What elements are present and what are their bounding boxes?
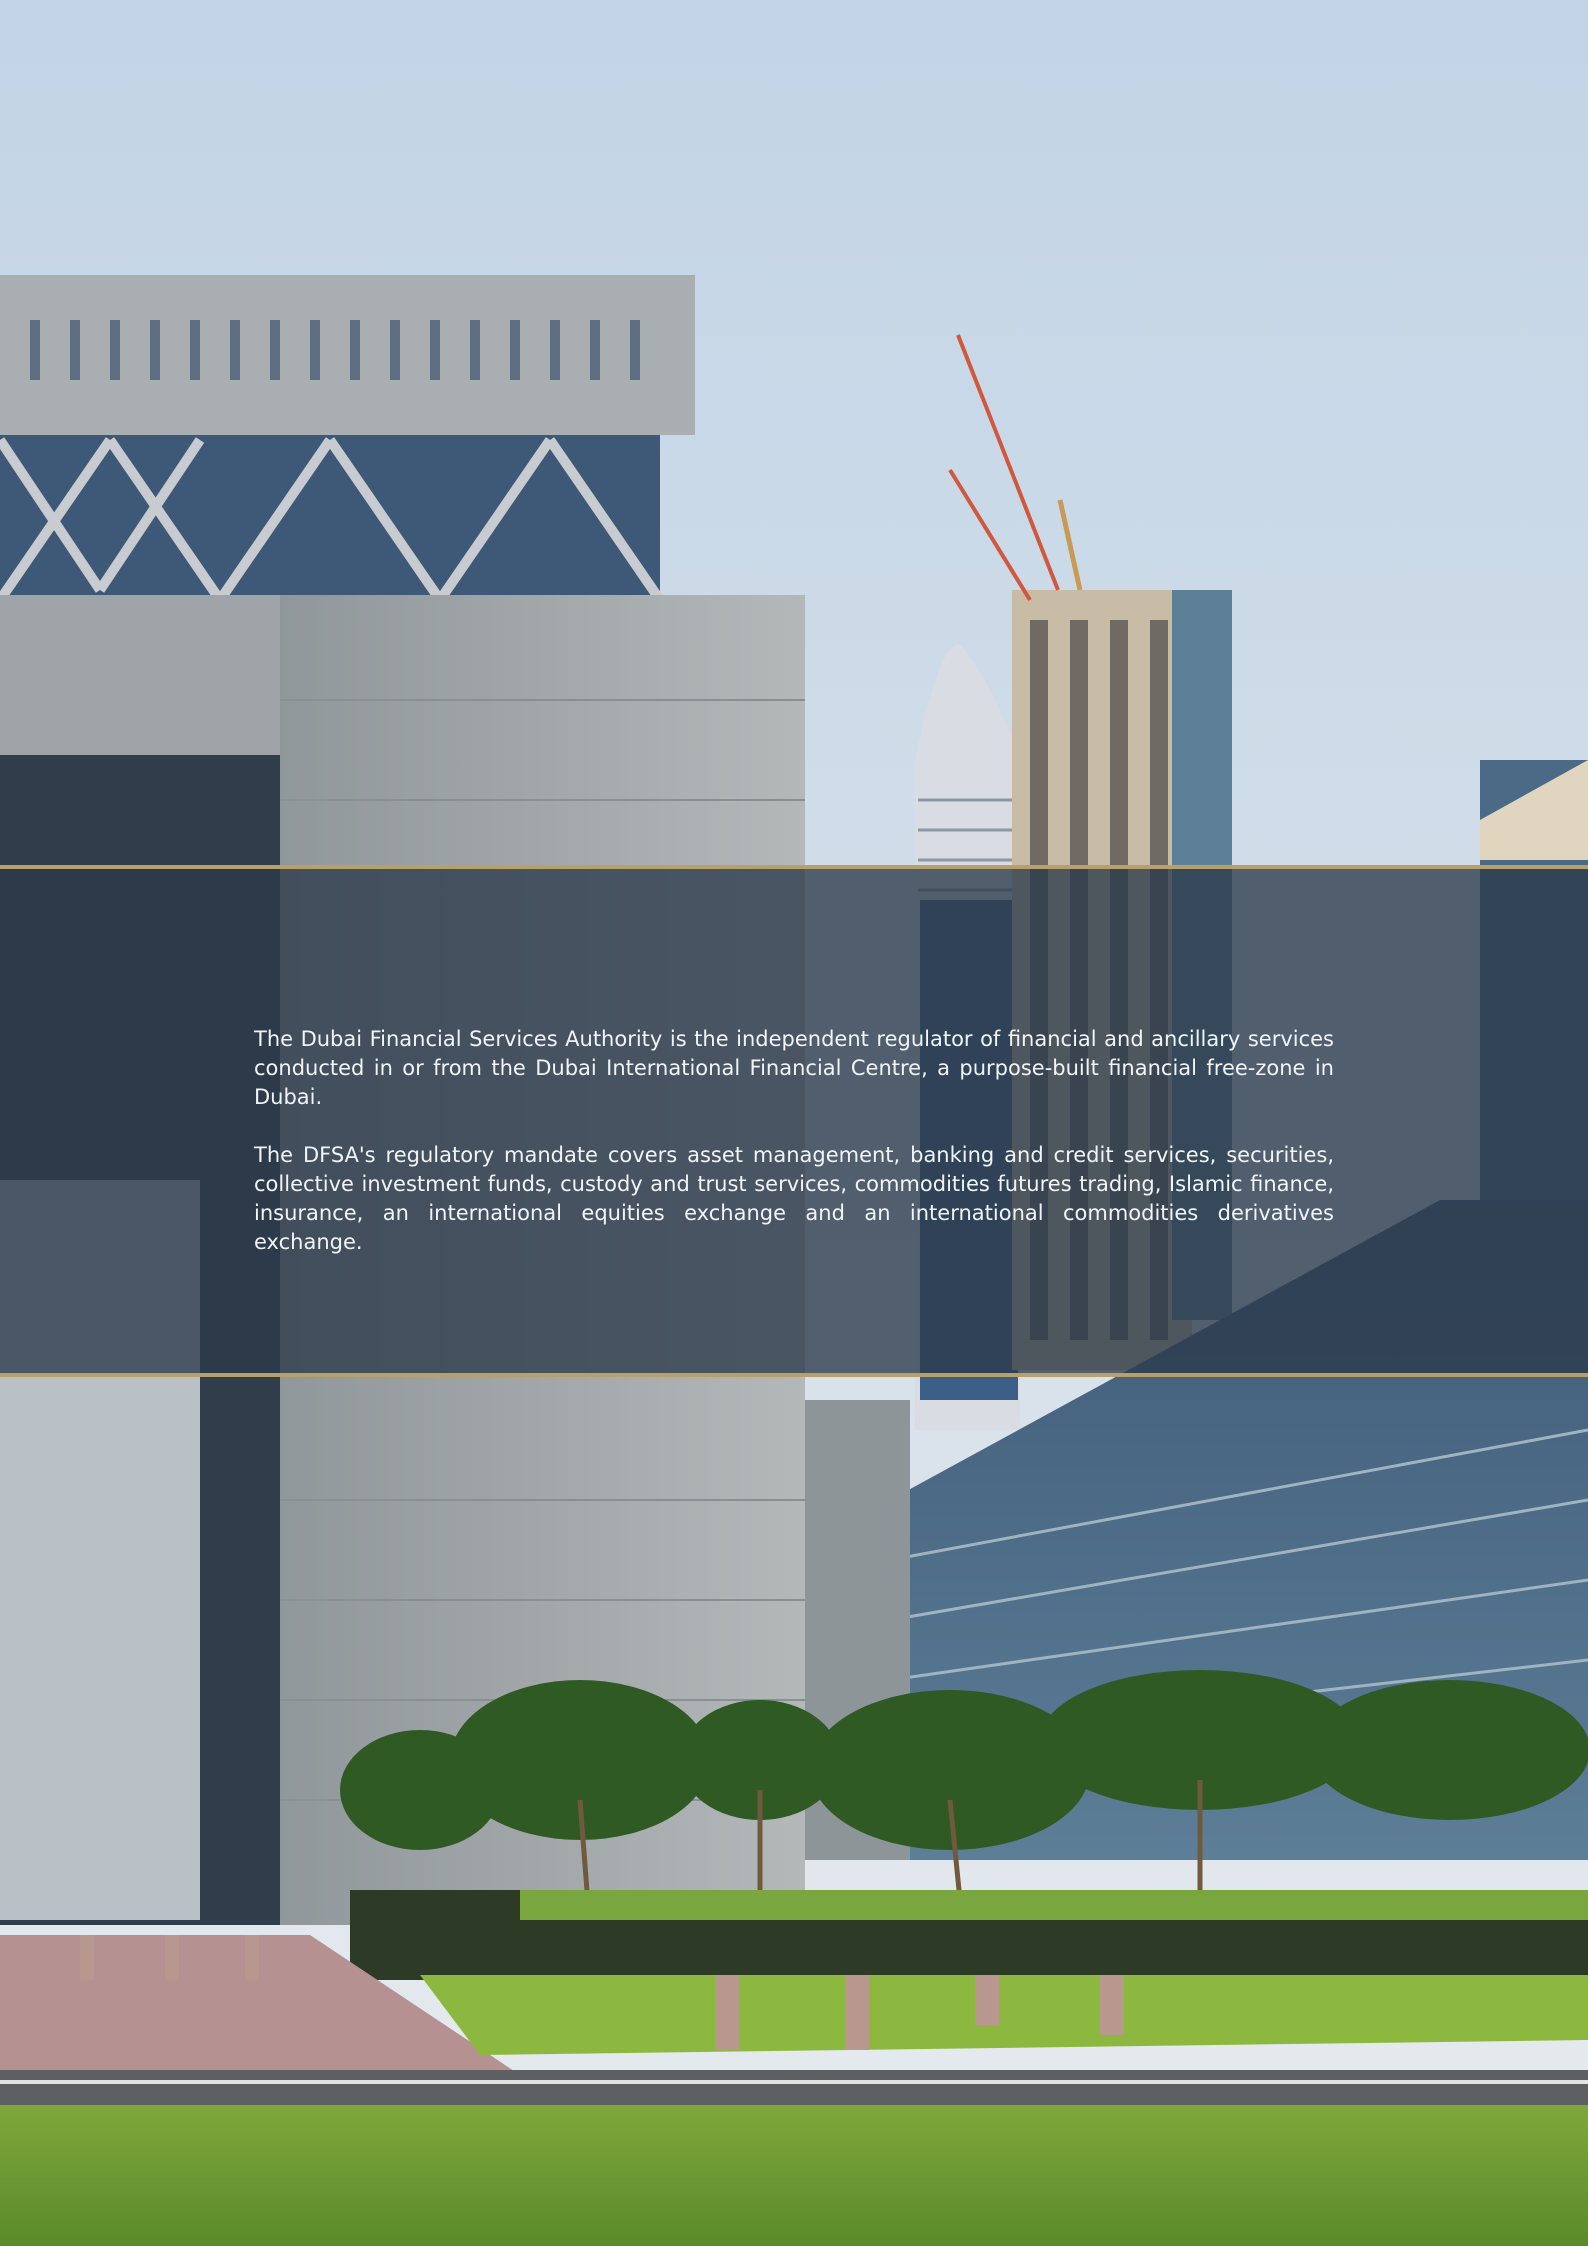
intro-paragraph: The Dubai Financial Services Authority i… [254, 1027, 1334, 1109]
text-overlay-band: The Dubai Financial Services Authority i… [0, 865, 1588, 1377]
body-copy: The Dubai Financial Services Authority i… [254, 1025, 1334, 1286]
mandate-paragraph: The DFSA's regulatory mandate covers ass… [254, 1143, 1334, 1254]
foreground-grass [0, 2105, 1588, 2246]
upper-lawn [520, 1890, 1588, 1920]
road [0, 2070, 1588, 2105]
